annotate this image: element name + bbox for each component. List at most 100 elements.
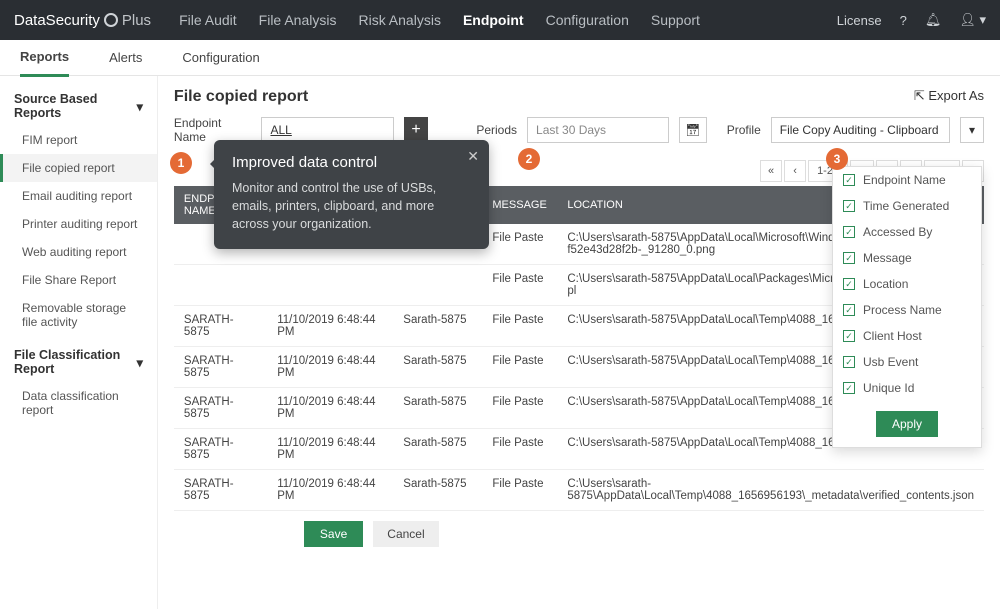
cell-ac: Sarath-5875 xyxy=(393,470,482,511)
top-right: License ? 🔔︎ 👤︎ ▾ xyxy=(837,12,986,28)
callout-2: 2 xyxy=(518,148,540,170)
cell-ms: File Paste xyxy=(482,347,557,388)
column-option-label: Time Generated xyxy=(863,199,949,213)
cell-ms: File Paste xyxy=(482,429,557,470)
column-picker-apply-button[interactable]: Apply xyxy=(876,411,938,437)
nav-endpoint[interactable]: Endpoint xyxy=(463,12,524,28)
periods-label: Periods xyxy=(476,123,517,137)
subtab-alerts[interactable]: Alerts xyxy=(109,40,142,75)
checkbox-icon: ✓ xyxy=(843,252,855,264)
column-option[interactable]: ✓ Time Generated xyxy=(833,193,981,219)
table-row[interactable]: SARATH-587511/10/2019 6:48:44 PMSarath-5… xyxy=(174,470,984,511)
sub-tabs: Reports Alerts Configuration xyxy=(0,40,1000,76)
column-option-label: Process Name xyxy=(863,303,942,317)
sidebar-item-fim[interactable]: FIM report xyxy=(0,126,157,154)
gear-icon xyxy=(104,13,118,27)
cell-tm: 11/10/2019 6:48:44 PM xyxy=(267,470,393,511)
nav-file-analysis[interactable]: File Analysis xyxy=(259,12,337,28)
subtab-configuration[interactable]: Configuration xyxy=(182,40,259,75)
nav-file-audit[interactable]: File Audit xyxy=(179,12,237,28)
nav-configuration[interactable]: Configuration xyxy=(546,12,629,28)
close-icon[interactable]: ✕ xyxy=(467,148,479,165)
sidebar-item-data-classification[interactable]: Data classification report xyxy=(0,382,157,424)
cell-ep: SARATH-5875 xyxy=(174,347,267,388)
cell-ac xyxy=(393,265,482,306)
cell-tm xyxy=(267,265,393,306)
column-option[interactable]: ✓Unique Id xyxy=(833,375,981,401)
sidebar-item-email-auditing[interactable]: Email auditing report xyxy=(0,182,157,210)
column-option[interactable]: ✓Process Name xyxy=(833,297,981,323)
tooltip-body: Monitor and control the use of USBs, ema… xyxy=(232,179,471,233)
sidebar-group-label: File Classification Report xyxy=(14,348,137,376)
th-message[interactable]: MESSAGE xyxy=(482,186,557,224)
column-option[interactable]: ✓Endpoint Name xyxy=(833,167,981,193)
top-nav: File Audit File Analysis Risk Analysis E… xyxy=(179,12,837,28)
column-option-label: Message xyxy=(863,251,912,265)
user-menu-icon[interactable]: 👤︎ ▾ xyxy=(959,12,986,28)
sidebar-group-label: Source Based Reports xyxy=(14,92,137,120)
cancel-button[interactable]: Cancel xyxy=(373,521,438,547)
cell-ep: SARATH-5875 xyxy=(174,388,267,429)
export-as-button[interactable]: ⇱ Export As xyxy=(914,88,984,104)
sidebar-group-classification[interactable]: File Classification Report ▾ xyxy=(0,342,157,382)
sidebar-item-file-copied[interactable]: File copied report xyxy=(0,154,157,182)
feature-tooltip: ✕ Improved data control Monitor and cont… xyxy=(214,140,489,249)
nav-risk-analysis[interactable]: Risk Analysis xyxy=(358,12,440,28)
column-option-label: Client Host xyxy=(863,329,922,343)
checkbox-icon: ✓ xyxy=(843,278,855,290)
profile-select[interactable]: File Copy Auditing - Clipboard xyxy=(771,117,950,143)
cell-tm: 11/10/2019 6:48:44 PM xyxy=(267,347,393,388)
checkbox-icon: ✓ xyxy=(843,382,855,394)
chevron-down-icon: ▾ xyxy=(137,99,143,114)
profile-dropdown-toggle[interactable]: ▾ xyxy=(960,117,984,143)
sidebar-item-web-auditing[interactable]: Web auditing report xyxy=(0,238,157,266)
checkbox-icon: ✓ xyxy=(843,200,855,212)
cell-tm: 11/10/2019 6:48:44 PM xyxy=(267,306,393,347)
brand-prefix: DataSecurity xyxy=(14,12,100,29)
topbar: DataSecurity Plus File Audit File Analys… xyxy=(0,0,1000,40)
brand-logo: DataSecurity Plus xyxy=(14,11,151,29)
sidebar-item-removable-storage[interactable]: Removable storage file activity xyxy=(0,294,157,336)
export-label: Export As xyxy=(928,88,984,103)
tooltip-title: Improved data control xyxy=(232,154,471,171)
cell-loc: C:\Users\sarath-5875\AppData\Local\Temp\… xyxy=(557,470,984,511)
bell-icon[interactable]: 🔔︎ xyxy=(925,12,942,28)
pager-first[interactable]: « xyxy=(760,160,782,182)
cell-ms: File Paste xyxy=(482,306,557,347)
column-option[interactable]: ✓Usb Event xyxy=(833,349,981,375)
nav-support[interactable]: Support xyxy=(651,12,700,28)
column-option[interactable]: ✓Client Host xyxy=(833,323,981,349)
column-option-label: Location xyxy=(863,277,908,291)
sidebar: Source Based Reports ▾ FIM report File c… xyxy=(0,76,158,609)
action-row: Save Cancel xyxy=(174,521,984,547)
cell-ms: File Paste xyxy=(482,470,557,511)
cell-ms: File Paste xyxy=(482,388,557,429)
profile-label: Profile xyxy=(727,123,761,137)
save-button[interactable]: Save xyxy=(304,521,363,547)
license-link[interactable]: License xyxy=(837,13,882,28)
sidebar-group-source[interactable]: Source Based Reports ▾ xyxy=(0,86,157,126)
column-option[interactable]: ✓ Location xyxy=(833,271,981,297)
column-picker-dropdown: ✓Endpoint Name✓Time Generated✓Accessed B… xyxy=(832,166,982,448)
cell-ac: Sarath-5875 xyxy=(393,388,482,429)
page-title: File copied report xyxy=(174,88,984,106)
cell-ep: SARATH-5875 xyxy=(174,306,267,347)
column-option[interactable]: ✓Accessed By xyxy=(833,219,981,245)
cell-ms: File Paste xyxy=(482,224,557,265)
sidebar-item-file-share[interactable]: File Share Report xyxy=(0,266,157,294)
cell-ep xyxy=(174,265,267,306)
column-option-label: Accessed By xyxy=(863,225,932,239)
cell-ep: SARATH-5875 xyxy=(174,429,267,470)
periods-field[interactable]: Last 30 Days xyxy=(527,117,669,143)
sidebar-item-printer-auditing[interactable]: Printer auditing report xyxy=(0,210,157,238)
column-option-label: Usb Event xyxy=(863,355,918,369)
chevron-down-icon: ▾ xyxy=(137,355,143,370)
cell-ac: Sarath-5875 xyxy=(393,347,482,388)
profile-selected-value: File Copy Auditing - Clipboard xyxy=(780,123,939,137)
column-option-label: Endpoint Name xyxy=(863,173,946,187)
pager-prev[interactable]: ‹ xyxy=(784,160,806,182)
calendar-icon[interactable]: 📅︎ xyxy=(679,117,707,143)
column-option[interactable]: ✓ Message xyxy=(833,245,981,271)
help-icon[interactable]: ? xyxy=(900,13,907,28)
subtab-reports[interactable]: Reports xyxy=(20,39,69,77)
